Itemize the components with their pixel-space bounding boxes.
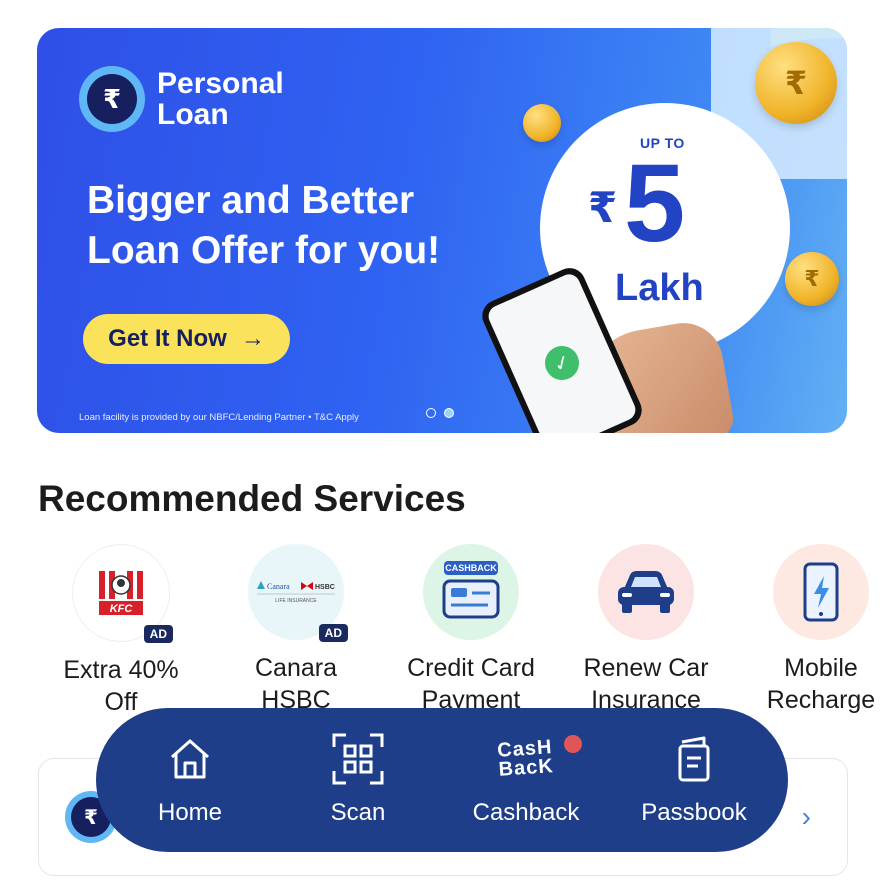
nav-item-cashback[interactable]: CasH BacK Cashback (451, 733, 601, 827)
service-item-car-insurance[interactable]: Renew Car Insurance (561, 544, 731, 716)
credit-card-cashback-icon: CASHBACK (423, 544, 519, 640)
rupee-icon: ₹ (79, 66, 145, 132)
service-item-credit-card[interactable]: CASHBACK Credit Card Payment (386, 544, 556, 716)
headline-line-2: Loan Offer for you! (87, 229, 441, 272)
cashback-icon: CasH BacK (497, 736, 555, 781)
section-title: Recommended Services (38, 478, 466, 519)
canara-hsbc-logo-icon: Canara HSBC LIFE INSURANCE AD (248, 544, 348, 642)
nav-item-home[interactable]: Home (115, 733, 265, 827)
nav-label: Scan (330, 799, 386, 826)
service-label: Mobile Recharge (766, 654, 876, 714)
nav-label: Passbook (641, 799, 747, 826)
nav-label: Cashback (472, 799, 580, 826)
carousel-dot[interactable] (426, 408, 436, 418)
verified-check-icon: ✓ (539, 340, 585, 386)
svg-text:Canara: Canara (267, 582, 290, 591)
cta-label: Get It Now (108, 325, 227, 352)
svg-text:LIFE INSURANCE: LIFE INSURANCE (275, 598, 317, 604)
bottom-navigation: Home Scan CasH BacK Cashback Passbook (96, 708, 788, 852)
home-icon (166, 733, 214, 785)
offer-unit: Lakh (615, 267, 704, 309)
car-icon (598, 544, 694, 640)
nav-item-scan[interactable]: Scan (283, 733, 433, 827)
service-item-kfc[interactable]: KFC AD Extra 40% Off (36, 544, 206, 718)
personal-loan-banner[interactable]: ₹ Personal Loan Bigger and Better Loan O… (37, 28, 847, 433)
service-item-mobile-recharge[interactable]: Mobile Recharge (736, 544, 884, 716)
gold-coin-icon: ₹ (785, 252, 839, 306)
offer-amount: 5 (624, 142, 686, 265)
banner-disclaimer: Loan facility is provided by our NBFC/Le… (79, 412, 359, 423)
notification-dot (564, 735, 582, 753)
passbook-icon (674, 733, 714, 785)
gold-coin-icon (523, 104, 561, 142)
mobile-recharge-icon (773, 544, 869, 640)
ad-badge: AD (318, 624, 348, 642)
svg-text:KFC: KFC (110, 603, 134, 615)
carousel-dot-active[interactable] (444, 408, 454, 418)
get-it-now-button[interactable]: Get It Now → (83, 314, 290, 364)
banner-brand-title: Personal Loan (157, 68, 357, 130)
chevron-right-icon[interactable]: › (802, 801, 811, 833)
service-label: Renew Car Insurance (583, 654, 709, 714)
ad-badge: AD (143, 625, 173, 643)
nav-label: Home (157, 799, 223, 826)
gold-coin-icon: ₹ (755, 42, 837, 124)
arrow-right-icon: → (240, 325, 265, 352)
svg-text:HSBC: HSBC (315, 584, 335, 591)
carousel-indicator (426, 408, 454, 418)
service-label: Canara HSBC (255, 654, 337, 714)
service-item-canara-hsbc[interactable]: Canara HSBC LIFE INSURANCE AD Canara HSB… (211, 544, 381, 716)
recommended-services-list: KFC AD Extra 40% Off Canara HSBC LIFE IN… (0, 544, 884, 716)
brand-line-2: Loan (157, 98, 229, 131)
nav-item-passbook[interactable]: Passbook (619, 733, 769, 827)
banner-headline: Bigger and Better Loan Offer for you! (87, 176, 507, 276)
service-label: Credit Card Payment (407, 654, 535, 714)
svg-text:CASHBACK: CASHBACK (445, 563, 497, 573)
offer-currency: ₹ (588, 184, 618, 231)
scan-qr-icon (330, 733, 386, 785)
brand-line-1: Personal (157, 67, 284, 100)
kfc-logo-icon: KFC AD (72, 544, 173, 643)
headline-line-1: Bigger and Better (87, 179, 415, 222)
